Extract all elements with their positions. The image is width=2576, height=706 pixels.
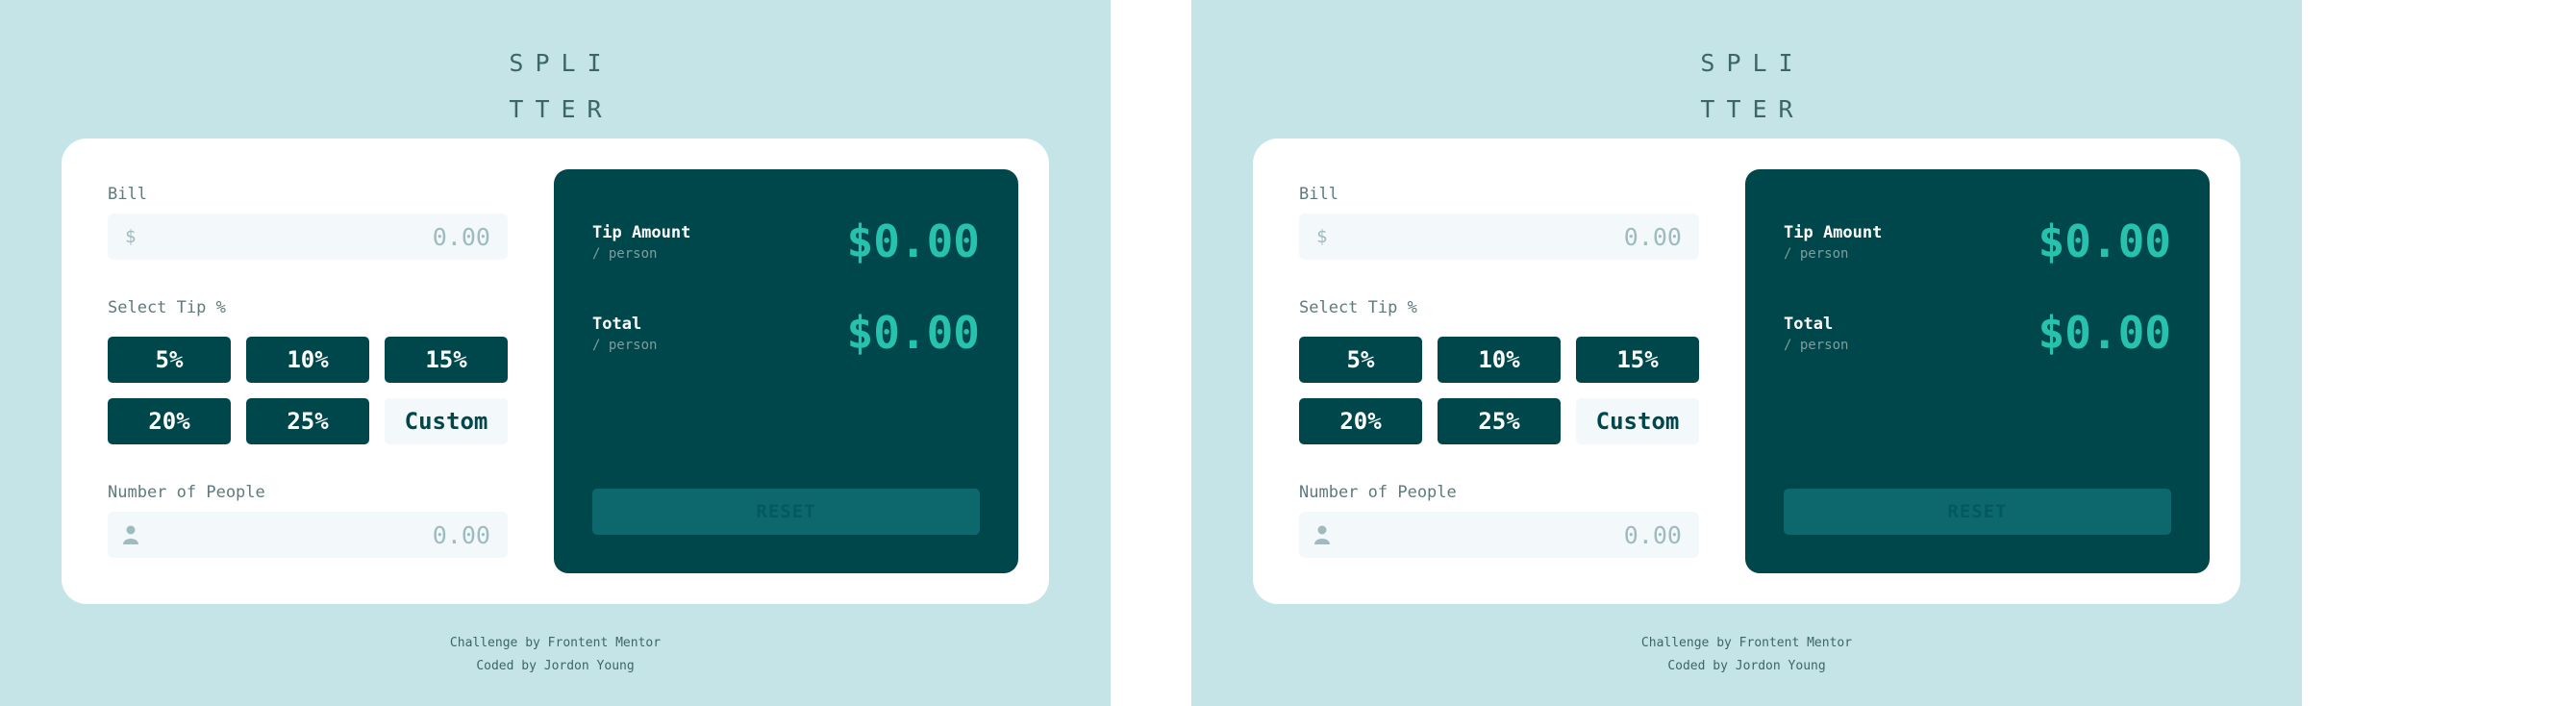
tip-custom-input[interactable]: Custom — [385, 398, 508, 444]
tip-5-button[interactable]: 5% — [1299, 337, 1422, 383]
tip-5-button[interactable]: 5% — [108, 337, 231, 383]
calculator-card: Bill $ 0.00 Select Tip % 5% 10% 15% 20% … — [62, 139, 1049, 604]
bill-input[interactable]: $ 0.00 — [108, 214, 508, 260]
tip-15-button[interactable]: 15% — [1576, 337, 1699, 383]
logo: SPLI TTER — [0, 40, 1111, 133]
tip-amount-title: Tip Amount — [1784, 223, 1883, 242]
dollar-icon: $ — [125, 226, 137, 247]
tip-amount-per-person: / person — [592, 246, 658, 262]
total-value: $0.00 — [2038, 307, 2171, 359]
total-title: Total — [592, 315, 642, 334]
total-title: Total — [1784, 315, 1834, 334]
tip-amount-per-person: / person — [1784, 246, 1849, 262]
logo-line-1: SPLI — [509, 49, 613, 77]
logo-line-1: SPLI — [1700, 49, 1805, 77]
people-input[interactable]: 0.00 — [108, 512, 508, 558]
people-label: Number of People — [1299, 483, 1457, 502]
bill-label: Bill — [1299, 185, 1338, 204]
people-label: Number of People — [108, 483, 265, 502]
result-panel: Tip Amount / person $0.00 Total / person… — [554, 169, 1018, 573]
reset-button[interactable]: RESET — [1784, 489, 2171, 535]
total-value: $0.00 — [846, 307, 980, 359]
dollar-icon: $ — [1316, 226, 1328, 247]
select-tip-label: Select Tip % — [1299, 298, 1417, 317]
tip-10-button[interactable]: 10% — [246, 337, 369, 383]
footer-credit-line-1: Challenge by Frontent Mentor — [1640, 636, 1853, 650]
person-icon — [123, 525, 138, 544]
person-icon — [1314, 525, 1330, 544]
tip-10-button[interactable]: 10% — [1438, 337, 1561, 383]
tip-amount-value: $0.00 — [846, 215, 980, 267]
bill-input-value: 0.00 — [432, 223, 490, 251]
bill-input-value: 0.00 — [1623, 223, 1682, 251]
total-per-person: / person — [1784, 338, 1849, 353]
people-input-value: 0.00 — [1623, 521, 1682, 549]
footer-credit-line-2: Coded by Jordon Young — [1667, 659, 1826, 673]
tip-20-button[interactable]: 20% — [1299, 398, 1422, 444]
tip-25-button[interactable]: 25% — [1438, 398, 1561, 444]
logo: SPLI TTER — [1191, 40, 2302, 133]
bill-label: Bill — [108, 185, 147, 204]
calculator-panel-right: SPLI TTER Bill $ 0.00 Select Tip % 5% 10… — [1191, 0, 2302, 706]
tip-25-button[interactable]: 25% — [246, 398, 369, 444]
select-tip-label: Select Tip % — [108, 298, 226, 317]
result-panel: Tip Amount / person $0.00 Total / person… — [1745, 169, 2210, 573]
reset-button[interactable]: RESET — [592, 489, 980, 535]
people-input[interactable]: 0.00 — [1299, 512, 1699, 558]
tip-15-button[interactable]: 15% — [385, 337, 508, 383]
calculator-panel-left: SPLI TTER Bill $ 0.00 Select Tip % 5% 10… — [0, 0, 1111, 706]
calculator-card: Bill $ 0.00 Select Tip % 5% 10% 15% 20% … — [1253, 139, 2240, 604]
tip-amount-title: Tip Amount — [592, 223, 691, 242]
tip-20-button[interactable]: 20% — [108, 398, 231, 444]
footer-credit-line-2: Coded by Jordon Young — [476, 659, 635, 673]
footer-credit-line-1: Challenge by Frontent Mentor — [449, 636, 662, 650]
tip-amount-value: $0.00 — [2038, 215, 2171, 267]
logo-line-2: TTER — [1700, 95, 1805, 123]
bill-input[interactable]: $ 0.00 — [1299, 214, 1699, 260]
tip-custom-input[interactable]: Custom — [1576, 398, 1699, 444]
total-per-person: / person — [592, 338, 658, 353]
people-input-value: 0.00 — [432, 521, 490, 549]
logo-line-2: TTER — [509, 95, 613, 123]
